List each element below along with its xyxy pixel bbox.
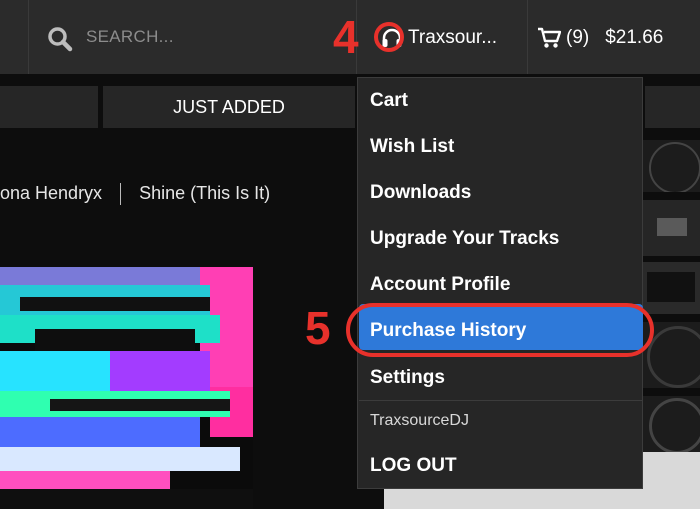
divider [28, 0, 29, 74]
annotation-circle-purchase-history [346, 303, 654, 357]
release-artwork[interactable] [0, 267, 253, 509]
nav-item[interactable] [645, 86, 700, 128]
cart-count: (9) [566, 27, 590, 48]
account-dropdown-menu: Cart Wish List Downloads Upgrade Your Tr… [357, 77, 643, 489]
release-breadcrumb: ona Hendryx Shine (This Is It) [0, 183, 270, 206]
divider [359, 400, 643, 401]
divider [120, 183, 122, 206]
nav-item[interactable] [0, 86, 98, 128]
cart-icon [538, 27, 561, 48]
search-input[interactable] [86, 24, 316, 50]
nav-item-just-added[interactable]: JUST ADDED [103, 86, 355, 128]
annotation-step-4: 4 [333, 11, 359, 63]
label-logo[interactable] [643, 262, 700, 314]
menu-item-cart[interactable]: Cart [370, 90, 408, 112]
account-username: TraxsourceDJ [370, 412, 469, 429]
menu-item-upgrade-tracks[interactable]: Upgrade Your Tracks [370, 228, 559, 250]
menu-item-settings[interactable]: Settings [370, 367, 445, 389]
menu-item-account-profile[interactable]: Account Profile [370, 274, 510, 296]
label-logo[interactable] [643, 200, 700, 256]
menu-item-wish-list[interactable]: Wish List [370, 136, 454, 158]
label-logo[interactable] [643, 140, 700, 192]
divider [527, 0, 528, 74]
artist-link[interactable]: ona Hendryx [0, 183, 102, 203]
track-title-link[interactable]: Shine (This Is It) [139, 183, 270, 203]
user-name: Traxsour... [408, 27, 498, 48]
label-logo[interactable] [643, 396, 700, 452]
cart-total: $21.66 [605, 27, 664, 48]
nav-item-label: JUST ADDED [173, 96, 285, 117]
menu-item-downloads[interactable]: Downloads [370, 182, 471, 204]
search-icon[interactable] [47, 26, 73, 52]
cart-button[interactable]: (9) $21.66 [537, 22, 663, 54]
annotation-circle-account [374, 22, 404, 52]
menu-item-logout[interactable]: LOG OUT [370, 455, 457, 477]
annotation-step-5: 5 [305, 302, 331, 354]
